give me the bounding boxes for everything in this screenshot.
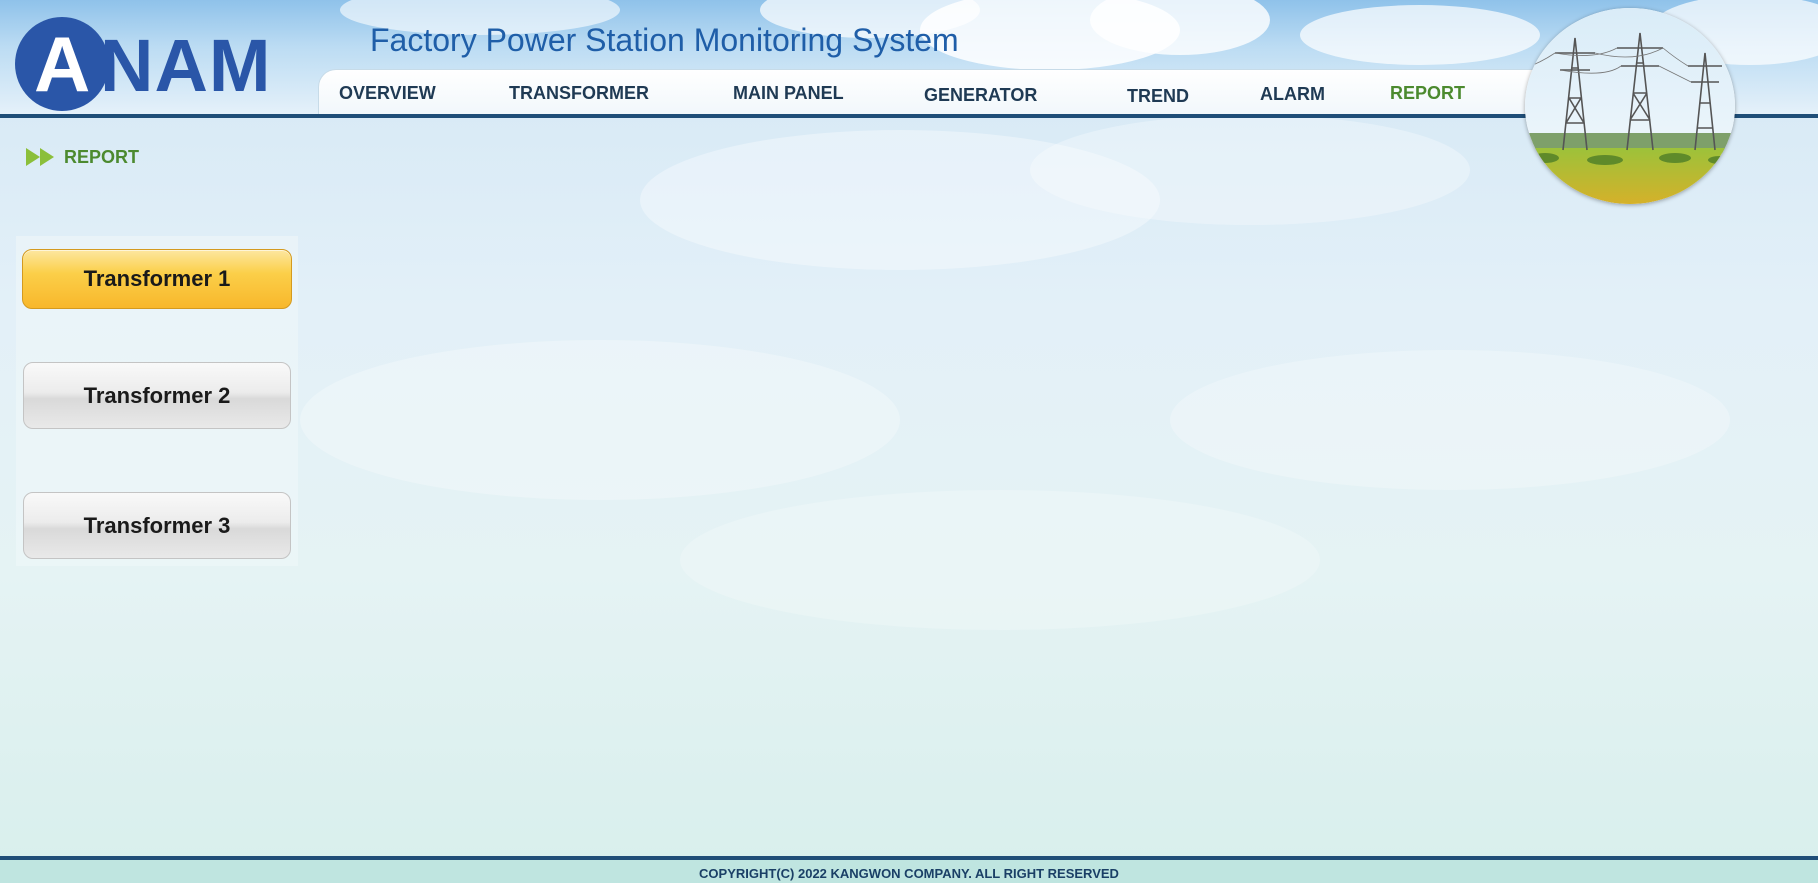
power-tower-illustration (1525, 8, 1735, 204)
footer: COPYRIGHT(C) 2022 KANGWON COMPANY. ALL R… (0, 856, 1818, 883)
nav-overview[interactable]: OVERVIEW (339, 83, 436, 104)
app-title: Factory Power Station Monitoring System (370, 22, 959, 58)
logo-text: NAM (100, 24, 272, 107)
company-logo[interactable]: A NAM (12, 14, 297, 114)
nav-trend[interactable]: TREND (1127, 86, 1189, 107)
nav-report[interactable]: REPORT (1390, 83, 1465, 104)
transformer-2-button[interactable]: Transformer 2 (23, 362, 291, 429)
logo-initial: A (34, 20, 91, 108)
nav-alarm[interactable]: ALARM (1260, 84, 1325, 105)
nav-main-panel[interactable]: MAIN PANEL (733, 83, 844, 104)
copyright-text: COPYRIGHT(C) 2022 KANGWON COMPANY. ALL R… (699, 866, 1119, 881)
transformer-1-button[interactable]: Transformer 1 (22, 249, 292, 309)
double-arrow-icon (26, 148, 54, 166)
transformer-3-button[interactable]: Transformer 3 (23, 492, 291, 559)
power-tower-photo (1525, 8, 1735, 204)
breadcrumb-label: REPORT (64, 147, 140, 167)
nav-transformer[interactable]: TRANSFORMER (509, 83, 649, 104)
nav-generator[interactable]: GENERATOR (924, 85, 1037, 106)
